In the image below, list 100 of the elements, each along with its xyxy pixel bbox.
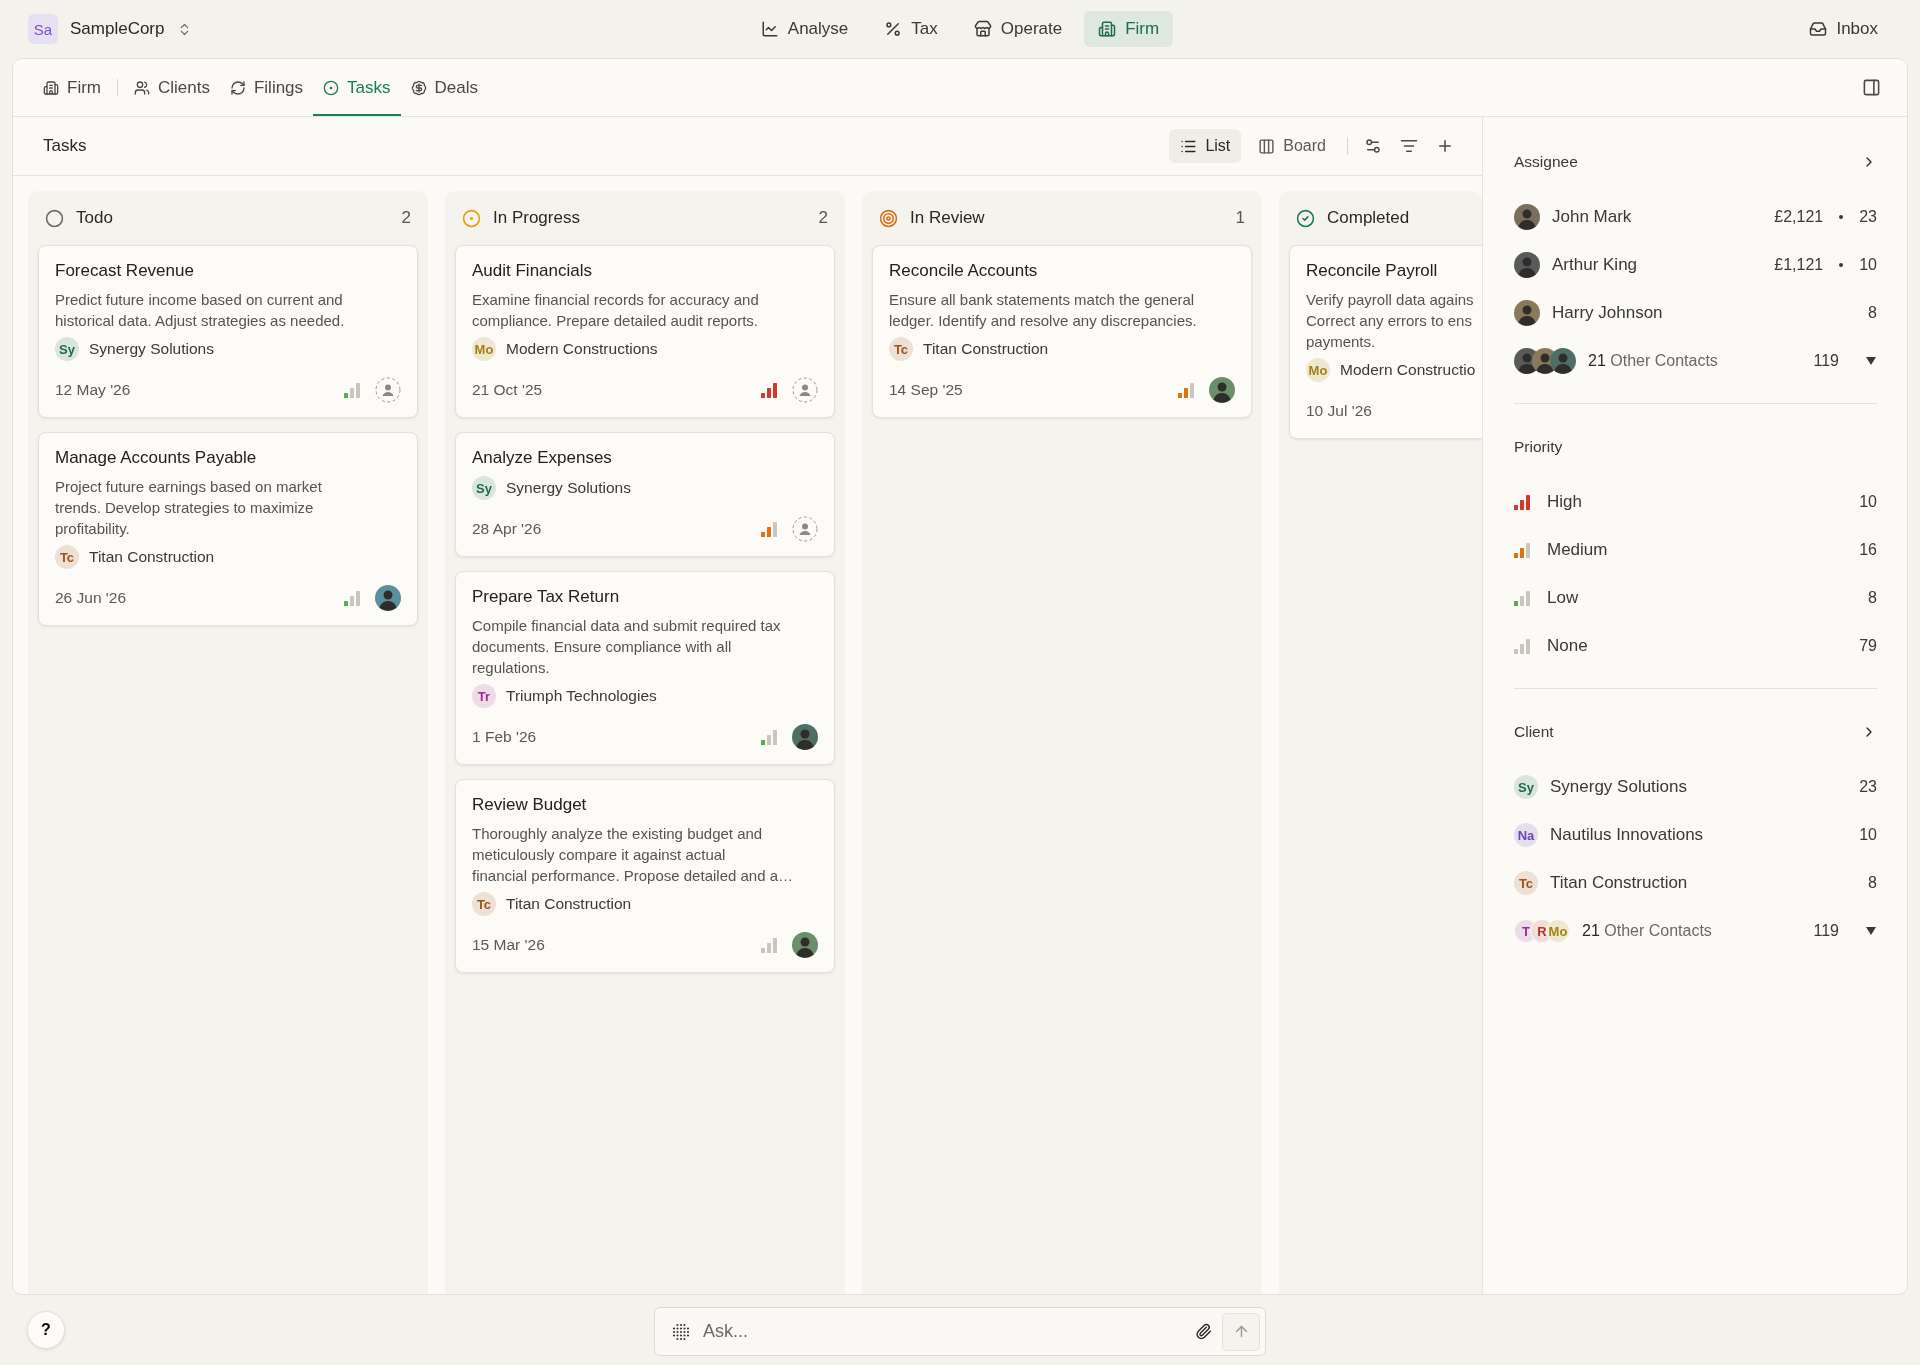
avatar-icon: [1514, 252, 1540, 278]
column-title: Completed: [1327, 208, 1411, 228]
other-contacts-count: 119: [1813, 922, 1839, 940]
other-contacts-count: 119: [1813, 352, 1839, 370]
column-count: 2: [818, 208, 828, 228]
assignee-count: 10: [1859, 256, 1877, 274]
org-logo[interactable]: Sa: [28, 14, 58, 44]
unassigned-user-icon[interactable]: [792, 377, 818, 403]
unassigned-user-icon[interactable]: [375, 377, 401, 403]
due-date: 1 Feb '26: [472, 728, 538, 746]
ask-field[interactable]: Ask...: [654, 1307, 1266, 1356]
column-title: Todo: [76, 208, 114, 228]
org-name[interactable]: SampleCorp: [70, 19, 165, 39]
building-icon: [43, 79, 59, 96]
task-card[interactable]: Audit Financials Examine financial records for accuracy and compliance. Prepare detailed audit reports. Mo Modern Constructions 21 Oct '25: [455, 245, 835, 418]
column-count: 1: [1235, 208, 1245, 228]
client-badge: Tr: [472, 684, 496, 708]
other-contacts-label[interactable]: 21 Other Contacts: [1582, 922, 1802, 940]
priority-count: 10: [1859, 493, 1877, 511]
task-card[interactable]: Reconcile Payroll Verify payroll data agains Correct any errors to ens payments. Mo Modern Constructio 10 Jul '26: [1289, 245, 1482, 439]
assignee-count: 8: [1868, 304, 1877, 322]
task-card[interactable]: Manage Accounts Payable Project future earnings based on market trends. Develop strategies to maximize profitability. Tc Titan Construction 26 Jun '26: [38, 432, 418, 626]
client-badge: Tc: [55, 545, 79, 569]
nav-button[interactable]: Firm: [1084, 11, 1174, 47]
sparkle-dots-icon: [671, 1321, 691, 1342]
avatar-icon: [792, 724, 818, 750]
tab[interactable]: Deals: [400, 59, 488, 116]
assignee-amount: £1,121: [1774, 256, 1824, 274]
priority-label[interactable]: None: [1547, 636, 1844, 656]
task-card[interactable]: Analyze Expenses Sy Synergy Solutions 28 Apr '26: [455, 432, 835, 557]
tab[interactable]: Firm: [33, 59, 111, 116]
client-name[interactable]: Titan Construction: [1550, 873, 1857, 893]
avatar-icon: [375, 585, 401, 611]
client-count: 8: [1868, 874, 1877, 892]
client-name[interactable]: Nautilus Innovations: [1550, 825, 1848, 845]
priority-count: 16: [1859, 541, 1877, 559]
due-date: 10 Jul '26: [1306, 402, 1373, 420]
avatar-icon: [792, 932, 818, 958]
nav-button[interactable]: Tax: [870, 11, 952, 47]
assignee-name[interactable]: Arthur King: [1552, 255, 1763, 275]
client-name: Synergy Solutions: [89, 340, 214, 358]
task-title: Analyze Expenses: [472, 448, 613, 468]
assignee-amount: £2,121: [1774, 208, 1824, 226]
due-date: 28 Apr '26: [472, 520, 543, 538]
column-title: In Progress: [493, 208, 581, 228]
dollar-badge-icon: [410, 79, 427, 96]
help-button[interactable]: ?: [27, 1311, 65, 1349]
view-button[interactable]: Board: [1247, 129, 1337, 163]
tab[interactable]: Filings: [219, 59, 314, 116]
tab[interactable]: Clients: [124, 59, 220, 116]
dropdown-caret-icon[interactable]: [1865, 926, 1877, 936]
task-description: Project future earnings based on market trends. Develop strategies to maximize profitability.: [55, 477, 323, 539]
due-date: 12 May '26: [55, 381, 132, 399]
task-title: Reconcile Accounts: [889, 261, 1039, 281]
ask-input[interactable]: Ask...: [701, 1320, 1185, 1343]
avatar-icon: [1514, 204, 1540, 230]
client-badge: Sy: [472, 476, 496, 500]
page-title: Tasks: [43, 136, 88, 156]
inbox-button[interactable]: Inbox: [1795, 11, 1892, 47]
client-badge: Tc: [1514, 871, 1538, 895]
todo-status-icon: [45, 208, 64, 228]
task-card[interactable]: Reconcile Accounts Ensure all bank statements match the general ledger. Identify and resolve any discrepancies. Tc Titan Construction 14 Sep '25: [872, 245, 1252, 418]
nav-button[interactable]: Operate: [959, 11, 1077, 47]
client-badge: Sy: [55, 337, 79, 361]
separator-dot-icon: [1839, 215, 1844, 219]
assignee-name[interactable]: John Mark: [1552, 207, 1763, 227]
priority-label[interactable]: Low: [1547, 588, 1853, 608]
unassigned-user-icon[interactable]: [792, 516, 818, 542]
client-name: Triumph Technologies: [506, 687, 657, 705]
column-title: In Review: [910, 208, 986, 228]
client-count: 10: [1859, 826, 1877, 844]
task-card[interactable]: Forecast Revenue Predict future income based on current and historical data. Adjust strategies as needed. Sy Synergy Solutions 12 May '26: [38, 245, 418, 418]
client-name: Titan Construction: [923, 340, 1049, 358]
task-title: Audit Financials: [472, 261, 593, 281]
task-description: Ensure all bank statements match the general ledger. Identify and resolve any discrepancies.: [889, 290, 1198, 331]
client-name[interactable]: Synergy Solutions: [1550, 777, 1848, 797]
nav-button[interactable]: Analyse: [746, 11, 863, 47]
review-status-icon: [879, 208, 898, 228]
attach-icon[interactable]: [1195, 1323, 1212, 1340]
tab[interactable]: Tasks: [313, 59, 401, 116]
view-button[interactable]: List: [1169, 129, 1242, 163]
task-description: Compile financial data and submit required tax documents. Ensure compliance with all regulations.: [472, 616, 782, 678]
column-count: 2: [401, 208, 411, 228]
other-contacts-label[interactable]: 21 Other Contacts: [1588, 352, 1802, 370]
priority-label[interactable]: High: [1547, 492, 1844, 512]
priority-count: 8: [1868, 589, 1877, 607]
priority-label[interactable]: Medium: [1547, 540, 1844, 560]
client-badge: Mo: [472, 337, 496, 361]
task-description: Examine financial records for accuracy and compliance. Prepare detailed audit reports.: [472, 290, 760, 331]
section-title: Client: [1514, 723, 1554, 741]
dropdown-caret-icon[interactable]: [1865, 356, 1877, 366]
percent-icon: [884, 20, 903, 38]
due-date: 21 Oct '25: [472, 381, 544, 399]
assignee-name[interactable]: Harry Johnson: [1552, 303, 1857, 323]
client-badge: Tc: [889, 337, 913, 361]
section-title: Priority: [1514, 438, 1563, 456]
separator-dot-icon: [1839, 263, 1844, 267]
client-name: Titan Construction: [89, 548, 215, 566]
task-card[interactable]: Prepare Tax Return Compile financial data and submit required tax documents. Ensure compliance with all regulations. Tr Triumph Technologies 1 Feb '26: [455, 571, 835, 765]
task-card[interactable]: Review Budget Thoroughly analyze the existing budget and meticulously compare it against actual financial performance. Propose detailed and a… Tc Titan Construction 15 Mar '26: [455, 779, 835, 973]
